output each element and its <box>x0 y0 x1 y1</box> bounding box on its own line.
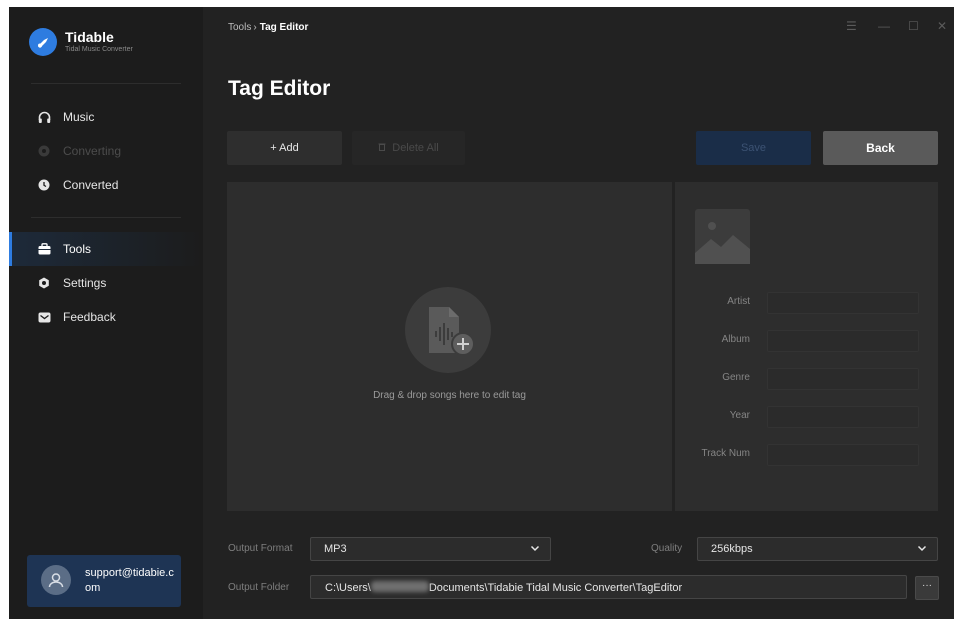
sidebar-item-tools[interactable]: Tools <box>9 232 203 266</box>
sidebar-item-label: Converted <box>63 178 119 192</box>
drop-zone-hint: Drag & drop songs here to edit tag <box>373 390 526 401</box>
add-button[interactable]: + Add <box>227 131 342 165</box>
sidebar: Tidable Tidal Music Converter Music Conv… <box>9 7 203 619</box>
track-num-field[interactable] <box>767 444 919 466</box>
genre-field[interactable] <box>767 368 919 390</box>
artist-field[interactable] <box>767 292 919 314</box>
close-icon[interactable]: ✕ <box>937 19 947 33</box>
output-folder-label: Output Folder <box>228 582 290 593</box>
app-name: Tidable <box>65 29 114 45</box>
save-button[interactable]: Save <box>696 131 811 165</box>
quality-select[interactable]: 256kbps <box>697 537 938 561</box>
output-folder-field[interactable]: C:\Users\ Documents\Tidabie Tidal Music C… <box>310 575 907 599</box>
genre-label: Genre <box>722 372 750 383</box>
sidebar-item-feedback[interactable]: Feedback <box>9 300 203 334</box>
sidebar-item-label: Music <box>63 110 95 124</box>
sidebar-item-label: Feedback <box>63 310 116 324</box>
add-audio-file-icon <box>405 287 491 373</box>
delete-all-button[interactable]: Delete All <box>352 131 465 165</box>
album-field[interactable] <box>767 330 919 352</box>
app-subtitle: Tidal Music Converter <box>65 46 133 53</box>
brand: Tidable Tidal Music Converter <box>29 28 133 56</box>
app-window: Tidable Tidal Music Converter Music Conv… <box>9 7 954 619</box>
breadcrumb-current: Tag Editor <box>259 22 309 33</box>
page-title: Tag Editor <box>228 77 331 100</box>
trash-icon <box>378 142 386 154</box>
output-folder-path: C:\Users\ Documents\Tidabie Tidal Music C… <box>325 581 682 594</box>
sidebar-item-label: Settings <box>63 276 107 290</box>
sidebar-item-music[interactable]: Music <box>9 100 203 134</box>
quality-label: Quality <box>651 543 683 554</box>
maximize-icon[interactable]: ☐ <box>908 19 919 33</box>
redacted-username <box>370 581 429 592</box>
sidebar-divider <box>31 217 181 218</box>
gear-icon <box>37 276 51 290</box>
chevron-down-icon <box>530 542 540 557</box>
chevron-down-icon <box>917 542 927 557</box>
artist-label: Artist <box>727 296 750 307</box>
clock-icon <box>37 178 51 192</box>
output-format-select[interactable]: MP3 <box>310 537 551 561</box>
album-label: Album <box>721 334 750 345</box>
breadcrumb-separator: › <box>253 22 257 33</box>
breadcrumb-parent[interactable]: Tools <box>228 22 251 33</box>
browse-folder-button[interactable]: ··· <box>915 576 939 600</box>
menu-icon[interactable]: ☰ <box>846 19 857 33</box>
output-format-label: Output Format <box>228 543 293 554</box>
mail-icon <box>37 310 51 324</box>
delete-all-label: Delete All <box>392 142 439 154</box>
year-field[interactable] <box>767 406 919 428</box>
tag-panel: Artist Album Genre Year Track Num <box>675 182 938 511</box>
user-email: support@tidabie.com <box>85 567 174 594</box>
breadcrumb: Tools › Tag Editor <box>228 22 308 33</box>
user-icon <box>41 565 71 595</box>
headphones-icon <box>37 110 51 124</box>
sidebar-item-converting[interactable]: Converting <box>9 134 203 168</box>
sidebar-item-label: Tools <box>63 242 92 256</box>
folder-path-prefix: C:\Users\ <box>325 582 371 594</box>
track-num-label: Track Num <box>701 448 750 459</box>
quality-value: 256kbps <box>711 543 753 555</box>
image-placeholder-icon[interactable] <box>695 209 750 264</box>
back-button[interactable]: Back <box>823 131 938 165</box>
user-account-card[interactable]: support@tidabie.com <box>27 555 181 607</box>
sidebar-item-label: Converting <box>63 144 122 158</box>
toolbox-icon <box>37 242 51 256</box>
folder-path-suffix: Documents\Tidabie Tidal Music Converter\… <box>428 582 683 594</box>
year-label: Year <box>729 410 750 421</box>
converting-icon <box>37 144 51 158</box>
minimize-icon[interactable]: — <box>878 19 890 33</box>
drop-zone[interactable]: Drag & drop songs here to edit tag <box>227 182 672 511</box>
sidebar-divider <box>31 83 181 84</box>
sidebar-item-converted[interactable]: Converted <box>9 168 203 202</box>
output-format-value: MP3 <box>324 543 347 555</box>
music-note-icon <box>29 28 57 56</box>
sidebar-item-settings[interactable]: Settings <box>9 266 203 300</box>
